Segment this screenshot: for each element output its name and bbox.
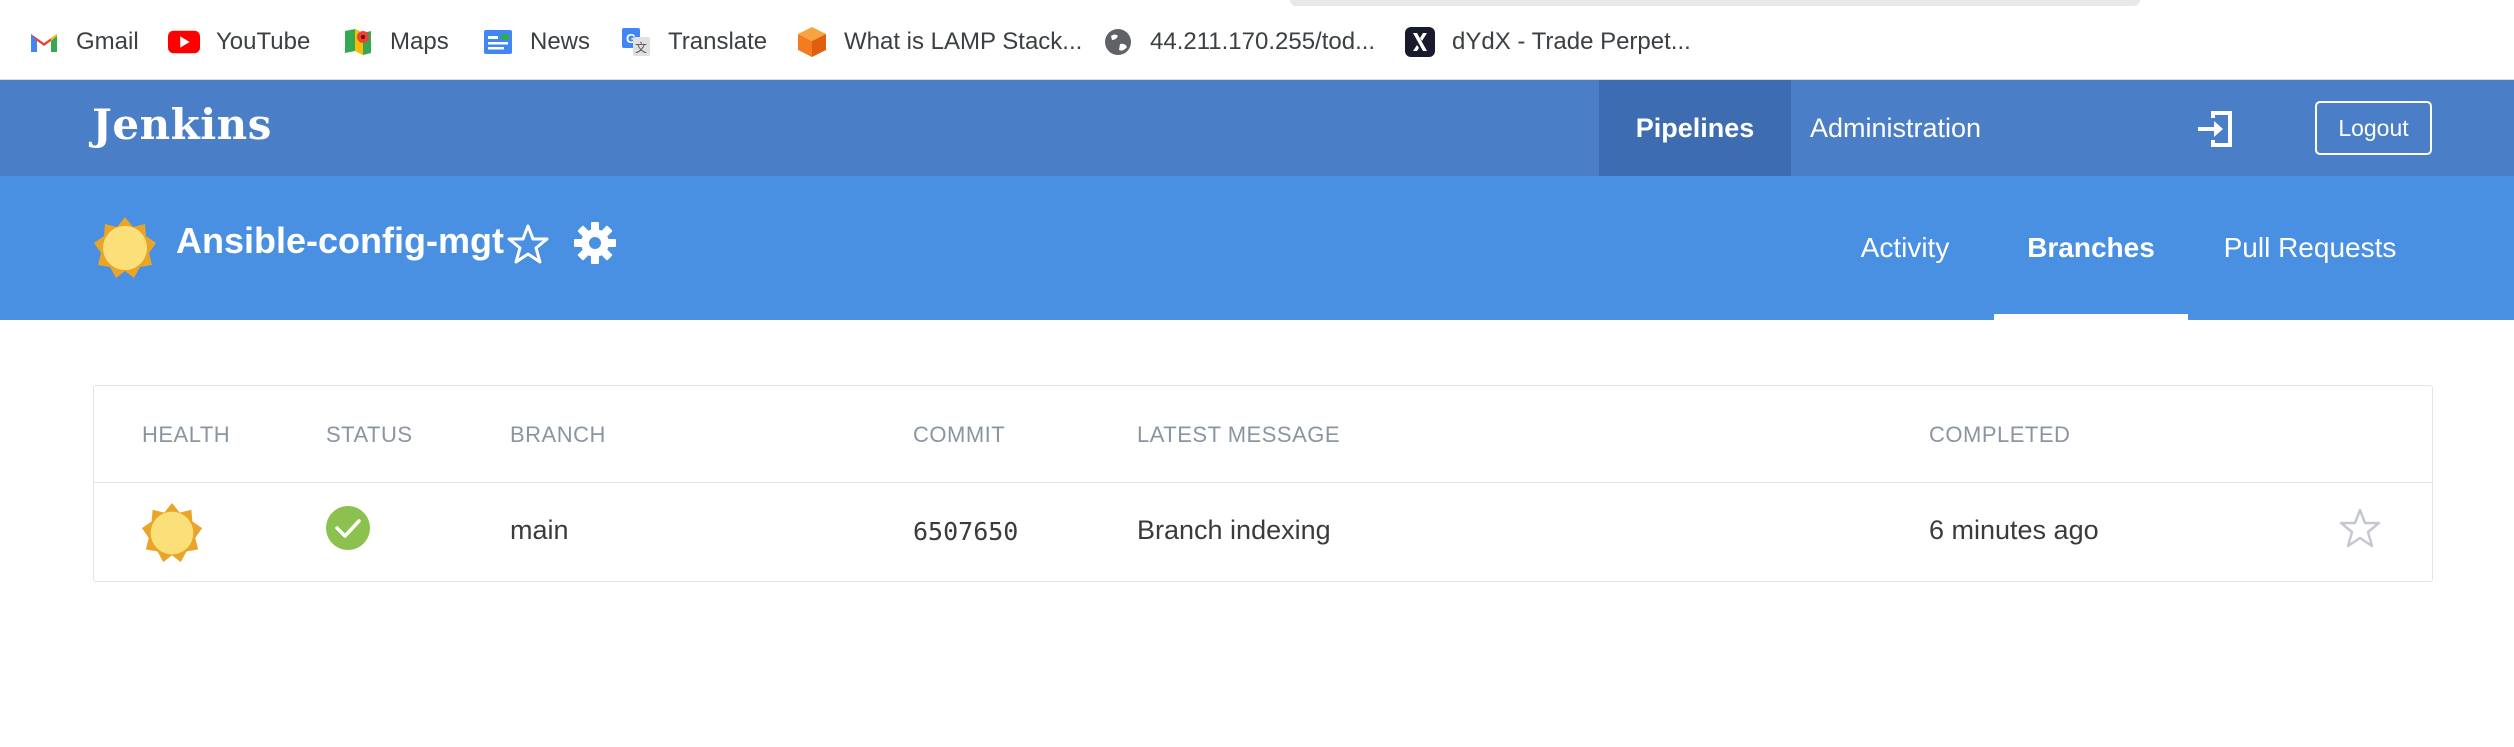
news-icon xyxy=(482,26,514,58)
bookmark-lamp-stack[interactable]: What is LAMP Stack... xyxy=(796,22,1082,62)
bookmark-maps[interactable]: Maps xyxy=(342,22,449,62)
column-completed: COMPLETED xyxy=(1929,422,2071,447)
dydx-icon xyxy=(1404,26,1436,58)
favorite-star-icon[interactable] xyxy=(507,223,549,265)
column-status: STATUS xyxy=(326,422,413,447)
bookmark-label: News xyxy=(530,28,591,55)
bookmark-news[interactable]: News xyxy=(482,22,590,62)
branch-name: main xyxy=(510,515,569,545)
bookmark-youtube[interactable]: YouTube xyxy=(168,22,310,62)
column-commit: COMMIT xyxy=(913,422,1006,447)
lamp-cube-icon xyxy=(796,26,828,58)
maps-icon xyxy=(342,26,374,58)
bookmark-label: YouTube xyxy=(216,28,311,55)
pipeline-name: Ansible-config-mgt xyxy=(176,220,504,261)
exit-to-classic-icon[interactable] xyxy=(2194,107,2238,151)
nav-administration[interactable]: Administration xyxy=(1810,80,1981,176)
table-header: HEALTH STATUS BRANCH COMMIT LATEST MESSA… xyxy=(94,386,2432,483)
column-health: HEALTH xyxy=(142,422,231,447)
tab-strip-edge xyxy=(1290,0,2140,6)
tab-pull-requests[interactable]: Pull Requests xyxy=(2212,176,2408,320)
bookmark-label: 44.211.170.255/tod... xyxy=(1150,28,1376,55)
bookmark-gmail[interactable]: Gmail xyxy=(28,22,139,62)
bookmark-ip-address[interactable]: 44.211.170.255/tod... xyxy=(1102,22,1375,62)
translate-icon: G 文 xyxy=(620,26,652,58)
branches-table: HEALTH STATUS BRANCH COMMIT LATEST MESSA… xyxy=(93,385,2433,582)
nav-pipelines[interactable]: Pipelines xyxy=(1599,80,1791,176)
youtube-icon xyxy=(168,26,200,58)
bookmark-label: Gmail xyxy=(76,28,139,55)
globe-icon xyxy=(1102,26,1134,58)
completed-time: 6 minutes ago xyxy=(1929,515,2099,545)
favorite-star-icon[interactable] xyxy=(2339,507,2381,549)
active-tab-indicator xyxy=(1994,314,2188,320)
latest-message: Branch indexing xyxy=(1137,515,1331,545)
logout-button[interactable]: Logout xyxy=(2315,101,2432,155)
bookmark-label: Maps xyxy=(390,28,449,55)
jenkins-header xyxy=(0,80,2514,176)
column-latest-message: LATEST MESSAGE xyxy=(1137,422,1341,447)
tab-branches[interactable]: Branches xyxy=(1994,176,2188,320)
commit-hash[interactable]: 6507650 xyxy=(913,517,1018,546)
svg-text:文: 文 xyxy=(635,40,647,55)
bookmark-label: dYdX - Trade Perpet... xyxy=(1452,28,1691,55)
weather-sunny-icon xyxy=(140,501,204,565)
tab-branches-label: Branches xyxy=(2027,232,2155,263)
settings-gear-icon[interactable] xyxy=(572,220,618,266)
bookmark-dydx[interactable]: dYdX - Trade Perpet... xyxy=(1404,22,1691,62)
weather-sunny-icon xyxy=(92,215,158,281)
success-check-icon xyxy=(326,506,370,550)
column-branch: BRANCH xyxy=(510,422,606,447)
gmail-icon xyxy=(28,26,60,58)
bookmark-translate[interactable]: G 文 Translate xyxy=(620,22,767,62)
bookmarks-bar: Gmail YouTube Maps News G 文 Translate Wh… xyxy=(0,0,2514,80)
bookmark-label: Translate xyxy=(668,28,768,55)
jenkins-logo[interactable]: Jenkins xyxy=(92,100,272,149)
tab-activity[interactable]: Activity xyxy=(1840,176,1970,320)
bookmark-label: What is LAMP Stack... xyxy=(844,28,1083,55)
table-row[interactable]: main 6507650 Branch indexing 6 minutes a… xyxy=(94,483,2432,582)
